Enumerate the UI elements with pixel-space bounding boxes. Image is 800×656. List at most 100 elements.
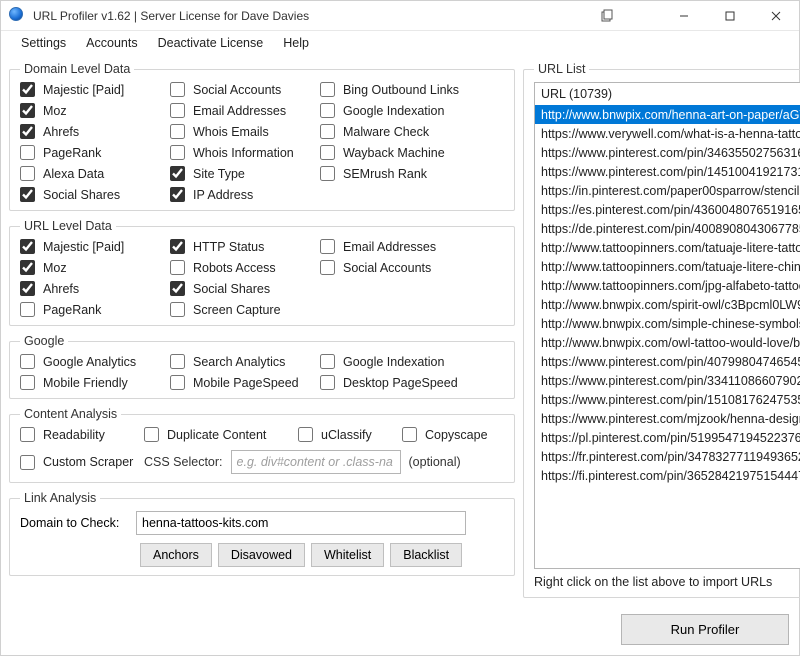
cb-domain-google-indexation[interactable]: Google Indexation [320,103,504,118]
url-row[interactable]: http://www.bnwpix.com/henna-art-on-paper… [535,105,800,124]
cb-google-desktop-pagespeed[interactable]: Desktop PageSpeed [320,375,504,390]
url-list-hint: Right click on the list above to import … [534,575,800,589]
cb-domain-whois-emails[interactable]: Whois Emails [170,124,316,139]
css-selector-input[interactable] [231,450,401,474]
url-row[interactable]: http://www.bnwpix.com/simple-chinese-sym… [535,314,800,333]
css-selector-label: CSS Selector: [144,455,223,469]
menu-settings[interactable]: Settings [11,33,76,53]
cb-url-screen-capture[interactable]: Screen Capture [170,302,316,317]
cb-domain-malware-check[interactable]: Malware Check [320,124,504,139]
app-icon [9,7,27,25]
legend-link-analysis: Link Analysis [20,491,100,505]
left-panel: Domain Level Data Majestic [Paid] Social… [9,59,515,603]
url-row[interactable]: https://www.pinterest.com/pin/1451004192… [535,162,800,181]
restore-pages-icon[interactable] [593,1,621,31]
cb-domain-whois-info[interactable]: Whois Information [170,145,316,160]
close-button[interactable] [753,1,799,31]
anchors-button[interactable]: Anchors [140,543,212,567]
cb-domain-pagerank[interactable]: PageRank [20,145,166,160]
cb-domain-social-accounts[interactable]: Social Accounts [170,82,316,97]
cb-google-mobile-friendly[interactable]: Mobile Friendly [20,375,166,390]
window-title: URL Profiler v1.62 | Server License for … [33,9,309,23]
url-row[interactable]: https://es.pinterest.com/pin/43600480765… [535,200,800,219]
url-row[interactable]: http://www.tattoopinners.com/tatuaje-lit… [535,257,800,276]
menu-accounts[interactable]: Accounts [76,33,147,53]
url-row[interactable]: http://www.bnwpix.com/owl-tattoo-would-l… [535,333,800,352]
cb-uclassify[interactable]: uClassify [298,427,398,442]
domain-check-label: Domain to Check: [20,516,128,530]
cb-url-http-status[interactable]: HTTP Status [170,239,316,254]
cb-domain-site-type[interactable]: Site Type [170,166,316,181]
menu-help[interactable]: Help [273,33,319,53]
domain-check-input[interactable] [136,511,466,535]
cb-domain-moz[interactable]: Moz [20,103,166,118]
cb-url-majestic[interactable]: Majestic [Paid] [20,239,166,254]
cb-domain-majestic[interactable]: Majestic [Paid] [20,82,166,97]
cb-domain-email-addresses[interactable]: Email Addresses [170,103,316,118]
run-profiler-button[interactable]: Run Profiler [621,614,789,645]
cb-url-email-addresses[interactable]: Email Addresses [320,239,504,254]
maximize-button[interactable] [707,1,753,31]
right-panel: URL List URL (10739) http://www.bnwpix.c… [523,59,800,603]
cb-google-mobile-pagespeed[interactable]: Mobile PageSpeed [170,375,316,390]
url-row[interactable]: https://fi.pinterest.com/pin/36528421975… [535,466,800,485]
url-row[interactable]: https://www.verywell.com/what-is-a-henna… [535,124,800,143]
minimize-button[interactable] [661,1,707,31]
cb-url-robots[interactable]: Robots Access [170,260,316,275]
cb-url-moz[interactable]: Moz [20,260,166,275]
cb-custom-scraper[interactable]: Custom Scraper [20,455,136,470]
group-google: Google Google Analytics Search Analytics… [9,334,515,399]
cb-url-social-shares[interactable]: Social Shares [170,281,316,296]
legend-url-list: URL List [534,62,589,76]
url-row[interactable]: http://www.bnwpix.com/spirit-owl/c3Bpcml… [535,295,800,314]
cb-domain-bing-outbound[interactable]: Bing Outbound Links [320,82,504,97]
footer: Run Profiler [1,611,799,655]
cb-readability[interactable]: Readability [20,427,140,442]
url-row[interactable]: https://in.pinterest.com/paper00sparrow/… [535,181,800,200]
url-row[interactable]: https://www.pinterest.com/pin/3341108660… [535,371,800,390]
url-row[interactable]: https://fr.pinterest.com/pin/34783277119… [535,447,800,466]
group-content-analysis: Content Analysis Readability Duplicate C… [9,407,515,483]
cb-copyscape[interactable]: Copyscape [402,427,504,442]
menu-deactivate-license[interactable]: Deactivate License [148,33,274,53]
app-window: URL Profiler v1.62 | Server License for … [0,0,800,656]
cb-domain-social-shares[interactable]: Social Shares [20,187,166,202]
cb-google-analytics[interactable]: Google Analytics [20,354,166,369]
cb-google-search-analytics[interactable]: Search Analytics [170,354,316,369]
menubar: Settings Accounts Deactivate License Hel… [1,31,799,55]
css-optional-label: (optional) [409,455,461,469]
cb-url-ahrefs[interactable]: Ahrefs [20,281,166,296]
cb-domain-alexa[interactable]: Alexa Data [20,166,166,181]
cb-domain-ahrefs[interactable]: Ahrefs [20,124,166,139]
group-domain-level: Domain Level Data Majestic [Paid] Social… [9,62,515,211]
cb-url-social-accounts[interactable]: Social Accounts [320,260,504,275]
url-row[interactable]: https://pl.pinterest.com/pin/51995471945… [535,428,800,447]
group-link-analysis: Link Analysis Domain to Check: Anchors D… [9,491,515,576]
cb-url-pagerank[interactable]: PageRank [20,302,166,317]
main-body: Domain Level Data Majestic [Paid] Social… [1,55,799,611]
url-list-body[interactable]: http://www.bnwpix.com/henna-art-on-paper… [535,105,800,568]
cb-domain-ip-address[interactable]: IP Address [170,187,316,202]
url-listbox[interactable]: URL (10739) http://www.bnwpix.com/henna-… [534,82,800,569]
legend-url-level: URL Level Data [20,219,116,233]
url-row[interactable]: http://www.tattoopinners.com/jpg-alfabet… [535,276,800,295]
url-row[interactable]: https://www.pinterest.com/mjzook/henna-d… [535,409,800,428]
titlebar: URL Profiler v1.62 | Server License for … [1,1,799,31]
cb-domain-semrush[interactable]: SEMrush Rank [320,166,504,181]
blacklist-button[interactable]: Blacklist [390,543,462,567]
cb-domain-wayback[interactable]: Wayback Machine [320,145,504,160]
url-row[interactable]: https://de.pinterest.com/pin/40089080430… [535,219,800,238]
url-row[interactable]: http://www.tattoopinners.com/tatuaje-lit… [535,238,800,257]
legend-domain-level: Domain Level Data [20,62,134,76]
url-row[interactable]: https://www.pinterest.com/pin/3463550275… [535,143,800,162]
cb-google-indexation[interactable]: Google Indexation [320,354,504,369]
group-url-list: URL List URL (10739) http://www.bnwpix.c… [523,62,800,598]
url-list-header: URL (10739) [535,83,800,105]
legend-content-analysis: Content Analysis [20,407,121,421]
whitelist-button[interactable]: Whitelist [311,543,384,567]
cb-duplicate-content[interactable]: Duplicate Content [144,427,294,442]
group-url-level: URL Level Data Majestic [Paid] HTTP Stat… [9,219,515,326]
url-row[interactable]: https://www.pinterest.com/pin/4079980474… [535,352,800,371]
url-row[interactable]: https://www.pinterest.com/pin/1510817624… [535,390,800,409]
disavowed-button[interactable]: Disavowed [218,543,305,567]
